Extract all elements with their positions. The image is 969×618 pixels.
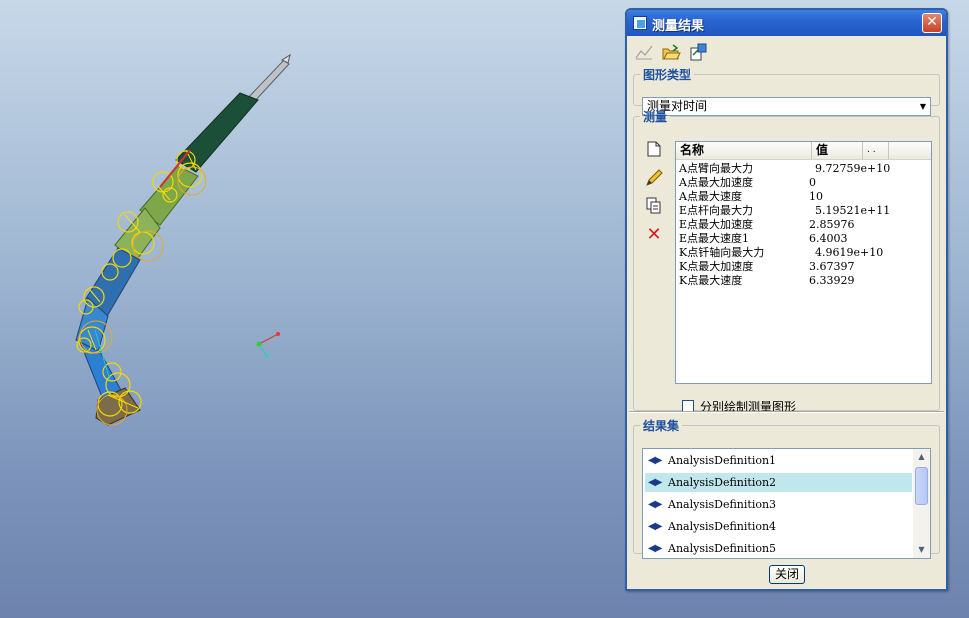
delete-icon[interactable]: ✕ xyxy=(644,225,664,245)
list-item[interactable]: ◀▶ AnalysisDefinition1 xyxy=(645,451,912,470)
result-arrows-icon: ◀▶ xyxy=(648,499,662,510)
scroll-up-icon[interactable]: ▲ xyxy=(913,449,930,465)
edit-icon[interactable] xyxy=(644,169,664,189)
graph-type-group: 图形类型 测量对时间 ▼ xyxy=(633,66,940,116)
dialog-app-icon xyxy=(633,16,647,30)
table-row[interactable]: K点最大速度 6.33929 xyxy=(676,274,931,288)
close-button[interactable]: 关闭 xyxy=(769,565,805,584)
graph-icon[interactable] xyxy=(633,43,655,63)
new-icon[interactable] xyxy=(644,141,664,161)
column-header-value[interactable]: 值 xyxy=(812,142,863,159)
dialog-titlebar[interactable]: 测量结果 ✕ xyxy=(627,10,946,36)
table-row[interactable]: E点最大加速度 2.85976 xyxy=(676,218,931,232)
row-value: 0 xyxy=(809,176,816,189)
measure-group: 测量 ✕ 名称 值 . . A点臂向最大力 9.72759e+10 A点最大加速度… xyxy=(633,108,940,414)
measure-legend: 测量 xyxy=(643,110,668,124)
row-name: K点最大速度 xyxy=(679,274,743,287)
dialog-title: 测量结果 xyxy=(652,19,705,34)
result-label: AnalysisDefinition1 xyxy=(668,454,777,467)
copy-icon[interactable] xyxy=(644,197,664,217)
result-label: AnalysisDefinition4 xyxy=(668,520,777,533)
result-label: AnalysisDefinition5 xyxy=(668,542,777,555)
open-folder-icon[interactable] xyxy=(660,43,682,63)
table-body: A点臂向最大力 9.72759e+10 A点最大加速度 0 A点最大速度 10 E点杆… xyxy=(676,162,931,288)
row-value: 10 xyxy=(809,190,823,203)
list-item[interactable]: ◀▶ AnalysisDefinition5 xyxy=(645,539,912,558)
table-row[interactable]: A点臂向最大力 9.72759e+10 xyxy=(676,162,931,176)
row-name: A点最大速度 xyxy=(679,190,742,203)
results-group: 结果集 ◀▶ AnalysisDefinition1 ◀▶ AnalysisDe… xyxy=(633,417,940,559)
measure-results-dialog: 测量结果 ✕ 图形类型 测量对时间 ▼ 测量 ✕ 名称 值 . . A点臂向最大… xyxy=(625,8,948,591)
table-row[interactable]: K点钎轴向最大力 4.9619e+10 xyxy=(676,246,931,260)
table-row[interactable]: E点最大速度1 6.4003 xyxy=(676,232,931,246)
table-row[interactable]: A点最大速度 10 xyxy=(676,190,931,204)
result-arrows-icon: ◀▶ xyxy=(648,543,662,554)
row-name: A点最大加速度 xyxy=(679,176,753,189)
row-name: E点最大加速度 xyxy=(679,218,754,231)
row-value: 6.4003 xyxy=(809,232,848,245)
section-divider xyxy=(629,411,944,413)
export-icon[interactable] xyxy=(687,43,709,63)
graph-type-legend: 图形类型 xyxy=(643,68,692,82)
result-label: AnalysisDefinition2 xyxy=(668,476,777,489)
table-header: 名称 值 . . xyxy=(676,142,931,160)
results-scrollbar[interactable]: ▲ ▼ xyxy=(913,449,930,558)
result-arrows-icon: ◀▶ xyxy=(648,521,662,532)
scroll-down-icon[interactable]: ▼ xyxy=(913,542,930,558)
row-value: 4.9619e+10 xyxy=(815,246,884,259)
row-name: A点臂向最大力 xyxy=(679,162,753,175)
row-value: 5.19521e+11 xyxy=(815,204,891,217)
row-name: E点杆向最大力 xyxy=(679,204,754,217)
rock-drill-arm-model xyxy=(75,53,291,426)
table-row[interactable]: E点杆向最大力 5.19521e+11 xyxy=(676,204,931,218)
table-row[interactable]: A点最大加速度 0 xyxy=(676,176,931,190)
result-arrows-icon: ◀▶ xyxy=(648,455,662,466)
list-item[interactable]: ◀▶ AnalysisDefinition3 xyxy=(645,495,912,514)
row-name: K点钎轴向最大力 xyxy=(679,246,765,259)
model-viewport[interactable] xyxy=(0,0,620,618)
table-row[interactable]: K点最大加速度 3.67397 xyxy=(676,260,931,274)
row-value: 9.72759e+10 xyxy=(815,162,891,175)
row-value: 6.33929 xyxy=(809,274,855,287)
row-value: 3.67397 xyxy=(809,260,855,273)
close-icon[interactable]: ✕ xyxy=(922,13,942,33)
scroll-thumb[interactable] xyxy=(915,467,928,505)
row-value: 2.85976 xyxy=(809,218,855,231)
results-legend: 结果集 xyxy=(643,419,680,433)
list-item[interactable]: ◀▶ AnalysisDefinition2 xyxy=(645,473,912,492)
result-arrows-icon: ◀▶ xyxy=(648,477,662,488)
column-header-more[interactable]: . . xyxy=(863,142,889,159)
list-item[interactable]: ◀▶ AnalysisDefinition4 xyxy=(645,517,912,536)
results-list[interactable]: ◀▶ AnalysisDefinition1 ◀▶ AnalysisDefini… xyxy=(642,448,931,559)
row-name: K点最大加速度 xyxy=(679,260,754,273)
column-header-name[interactable]: 名称 xyxy=(676,142,812,159)
measure-table[interactable]: 名称 值 . . A点臂向最大力 9.72759e+10 A点最大加速度 0 A点最… xyxy=(675,141,932,384)
result-label: AnalysisDefinition3 xyxy=(668,498,777,511)
row-name: E点最大速度1 xyxy=(679,232,750,245)
